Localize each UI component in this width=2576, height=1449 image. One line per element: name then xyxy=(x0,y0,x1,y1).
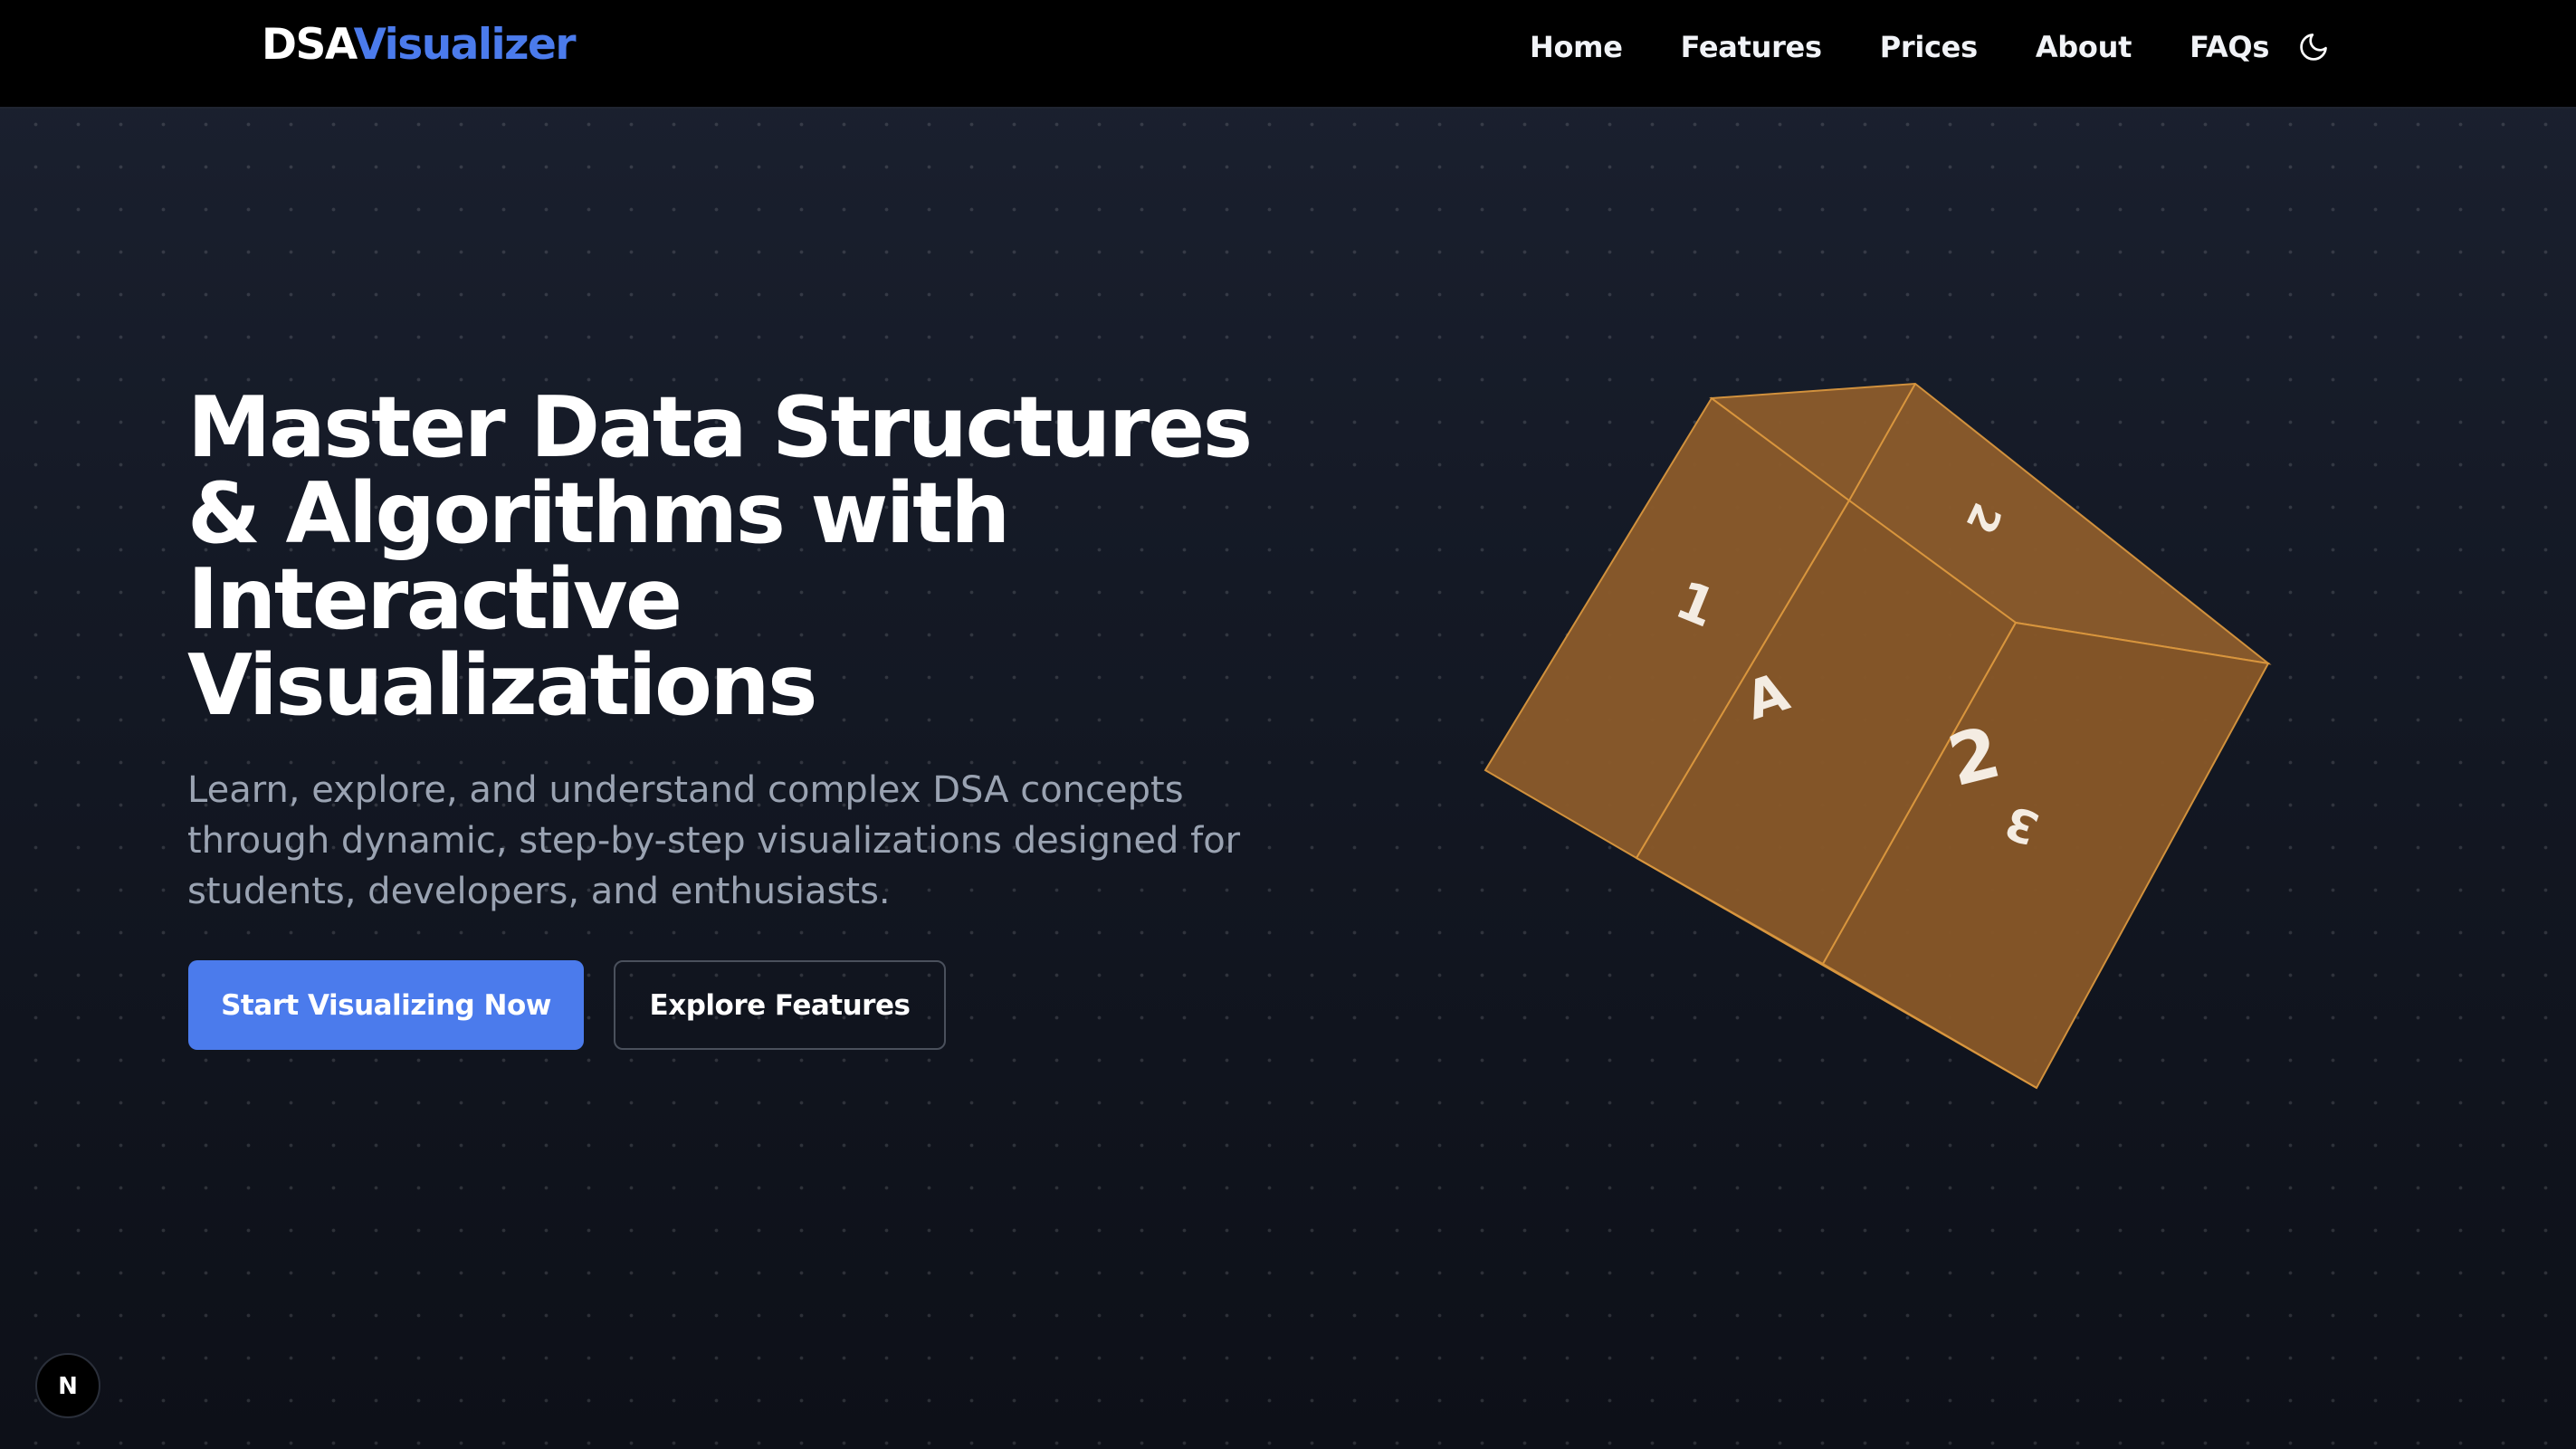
nav-links: Home Features Prices About FAQs xyxy=(1530,22,2327,72)
hero-subtitle: Learn, explore, and understand complex D… xyxy=(187,765,1328,917)
nav-link-faqs[interactable]: FAQs xyxy=(2190,30,2269,64)
next-dev-badge[interactable]: N xyxy=(35,1353,100,1418)
theme-toggle-button[interactable] xyxy=(2294,27,2333,67)
brand-logo-dsa: DSA xyxy=(262,20,355,70)
explore-features-button[interactable]: Explore Features xyxy=(614,960,946,1050)
hero-subtitle-line-3: students, developers, and enthusiasts. xyxy=(187,871,891,912)
hero-subtitle-line-2: through dynamic, step-by-step visualizat… xyxy=(187,820,1241,862)
brand-logo[interactable]: DSAVisualizer xyxy=(262,16,577,74)
moon-icon xyxy=(2300,33,2327,61)
navbar: DSAVisualizer Home Features Prices About… xyxy=(0,0,2576,109)
hero-title-line-1: Master Data Structures xyxy=(187,378,1253,476)
nav-link-prices[interactable]: Prices xyxy=(1880,30,1978,64)
start-visualizing-button[interactable]: Start Visualizing Now xyxy=(188,960,584,1050)
next-logo-icon: N xyxy=(58,1373,78,1400)
hero-subtitle-line-1: Learn, explore, and understand complex D… xyxy=(187,769,1184,811)
hero-title-line-2: & Algorithms with xyxy=(187,464,1010,562)
nav-link-about[interactable]: About xyxy=(2036,30,2132,64)
nav-link-home[interactable]: Home xyxy=(1530,30,1623,64)
page: DSAVisualizer Home Features Prices About… xyxy=(0,0,2576,1449)
hero-title-line-3: Interactive xyxy=(187,550,682,648)
hero-title: Master Data Structures & Algorithms with… xyxy=(187,385,1364,729)
cube-illustration: 1 A 2 2 3 xyxy=(1484,382,2272,1090)
nav-link-features[interactable]: Features xyxy=(1681,30,1822,64)
brand-logo-visualizer: Visualizer xyxy=(353,20,577,70)
hero-title-line-4: Visualizations xyxy=(187,636,817,734)
next-logo-letter: N xyxy=(58,1373,78,1400)
